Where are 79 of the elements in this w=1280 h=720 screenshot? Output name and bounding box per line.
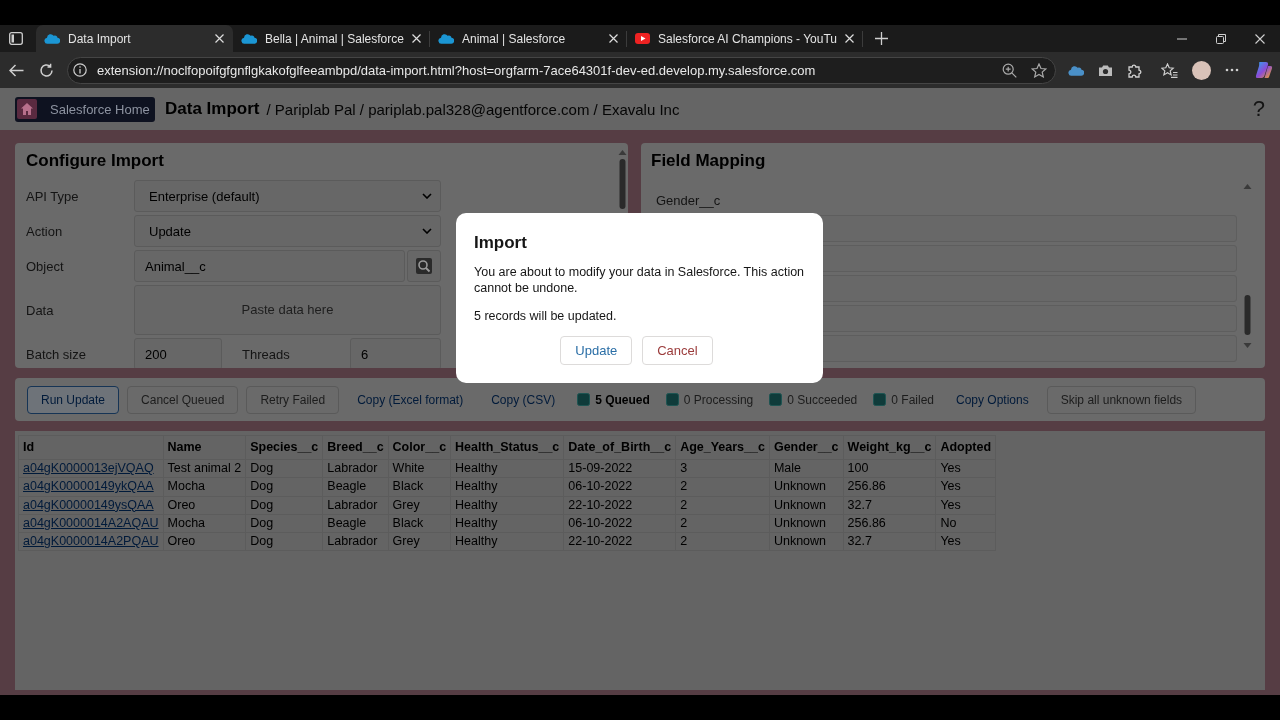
table-cell: 06-10-2022 — [563, 514, 676, 533]
table-cell: 06-10-2022 — [563, 477, 676, 497]
table-cell: Mocha — [163, 514, 246, 533]
table-cell: Labrador — [322, 459, 389, 478]
table-cell: 32.7 — [843, 532, 936, 551]
table-cell: 100 — [843, 459, 936, 478]
table-cell: Mocha — [163, 477, 246, 497]
column-header: Id — [18, 435, 164, 460]
panel-title: Configure Import — [26, 151, 165, 171]
table-cell: Grey — [388, 532, 451, 551]
table-cell: 2 — [675, 496, 770, 515]
column-header: Breed__c — [322, 435, 389, 460]
column-header: Species__c — [245, 435, 323, 460]
table-cell: 3 — [675, 459, 770, 478]
field-label: Action — [26, 223, 64, 239]
column-header: Health_Status__c — [450, 435, 564, 460]
table-cell: Dog — [245, 532, 323, 551]
table-cell: Healthy — [450, 496, 564, 515]
panel-title: Field Mapping — [651, 151, 767, 171]
table-cell: Oreo — [163, 496, 246, 515]
table-cell: 2 — [675, 532, 770, 551]
table-cell: Unknown — [769, 532, 844, 551]
table-cell: Dog — [245, 477, 323, 497]
table-cell: Healthy — [450, 459, 564, 478]
dialog-title: Import — [474, 232, 528, 254]
table-cell: Yes — [935, 459, 996, 478]
field-label: Threads — [242, 346, 291, 362]
column-header: Color__c — [388, 435, 451, 460]
table-cell: 15-09-2022 — [563, 459, 676, 478]
table-cell: Unknown — [769, 496, 844, 515]
table-cell: Healthy — [450, 514, 564, 533]
table-cell: Grey — [388, 496, 451, 515]
table-cell: 2 — [675, 477, 770, 497]
field-label: Batch size — [26, 346, 87, 362]
column-header: Name — [163, 435, 246, 460]
field-label: Object — [26, 258, 65, 274]
table-cell: Yes — [935, 477, 996, 497]
dialog-message: You are about to modify your data in Salesforce. This action cannot be undone. — [474, 264, 806, 296]
table-cell: 22-10-2022 — [563, 532, 676, 551]
table-cell: Unknown — [769, 514, 844, 533]
table-cell: Labrador — [322, 496, 389, 515]
table-cell: Beagle — [322, 514, 389, 533]
table-cell: Test animal 2 — [163, 459, 246, 478]
checkbox-label: 5 Queued — [595, 392, 650, 407]
table-cell: Unknown — [769, 477, 844, 497]
table-cell: White — [388, 459, 451, 478]
page-title: Data Import — [165, 99, 260, 119]
column-header: Weight_kg__c — [843, 435, 936, 460]
breadcrumb: / Pariplab Pal / pariplab.pal328@agentforce.com / Exavalu Inc — [266, 100, 680, 118]
table-cell: 256.86 — [843, 514, 936, 533]
mapping-field-label: Gender__c — [655, 191, 722, 210]
table-cell: Dog — [245, 496, 323, 515]
field-label: API Type — [26, 188, 80, 204]
table-cell: Healthy — [450, 477, 564, 497]
table-cell: Oreo — [163, 532, 246, 551]
table-cell: 32.7 — [843, 496, 936, 515]
checkbox-label: 0 Succeeded — [787, 392, 858, 407]
table-cell: 256.86 — [843, 477, 936, 497]
field-label: Data — [26, 302, 55, 318]
table-cell: Labrador — [322, 532, 389, 551]
column-header: Adopted — [935, 435, 996, 460]
table-cell: Dog — [245, 459, 323, 478]
table-cell: Dog — [245, 514, 323, 533]
table-cell: Beagle — [322, 477, 389, 497]
table-cell: Yes — [935, 532, 996, 551]
table-cell: 2 — [675, 514, 770, 533]
table-cell: 22-10-2022 — [563, 496, 676, 515]
checkbox-label: 0 Processing — [683, 392, 754, 407]
table-cell: Male — [769, 459, 844, 478]
table-cell: Black — [388, 514, 451, 533]
table-cell: No — [935, 514, 996, 533]
column-header: Age_Years__c — [675, 435, 770, 460]
column-header: Date_of_Birth__c — [563, 435, 676, 460]
column-header: Gender__c — [769, 435, 844, 460]
dialog-detail: 5 records will be updated. — [474, 308, 618, 324]
checkbox-label: 0 Failed — [891, 392, 934, 407]
table-cell: Black — [388, 477, 451, 497]
table-cell: Healthy — [450, 532, 564, 551]
table-cell: Yes — [935, 496, 996, 515]
